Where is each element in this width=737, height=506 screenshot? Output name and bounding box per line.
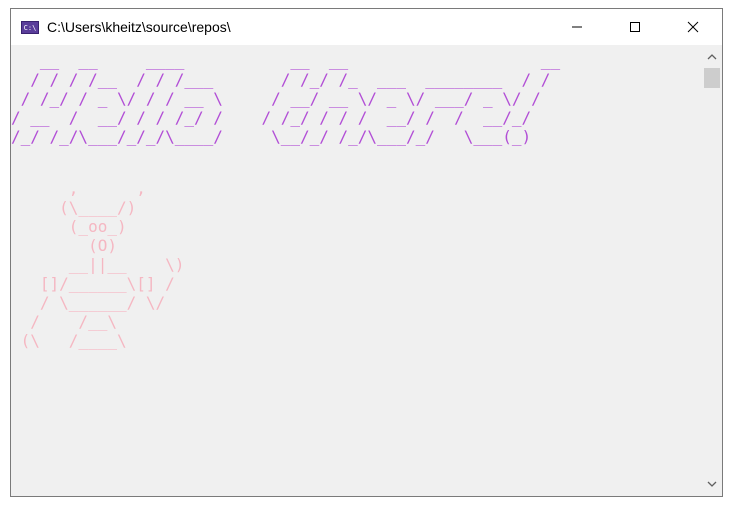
- minimize-button[interactable]: [548, 9, 606, 45]
- console-app-icon: C:\: [21, 20, 39, 34]
- vertical-scrollbar[interactable]: [702, 45, 722, 496]
- scroll-down-button[interactable]: [702, 474, 722, 494]
- hello-there-banner: __ __ ____ __ __ __ / / / /__ / / /___ /…: [11, 51, 561, 146]
- scroll-up-icon: [707, 54, 717, 60]
- console-window: C:\ C:\Users\kheitz\source\repos\ __ __ …: [10, 8, 723, 497]
- scroll-up-button[interactable]: [702, 47, 722, 67]
- close-icon: [687, 21, 699, 33]
- scrollbar-thumb[interactable]: [704, 68, 720, 88]
- caption-buttons: [548, 9, 722, 45]
- scroll-down-icon: [707, 481, 717, 487]
- ascii-cow-art: , , (\____/) (_oo_) (O) __||__ \) []/___…: [20, 179, 185, 350]
- console-output[interactable]: __ __ ____ __ __ __ / / / /__ / / /___ /…: [11, 45, 703, 496]
- minimize-icon: [572, 26, 582, 28]
- close-button[interactable]: [664, 9, 722, 45]
- maximize-icon: [630, 22, 640, 32]
- maximize-button[interactable]: [606, 9, 664, 45]
- title-bar[interactable]: C:\ C:\Users\kheitz\source\repos\: [11, 9, 722, 45]
- window-title: C:\Users\kheitz\source\repos\: [47, 19, 231, 35]
